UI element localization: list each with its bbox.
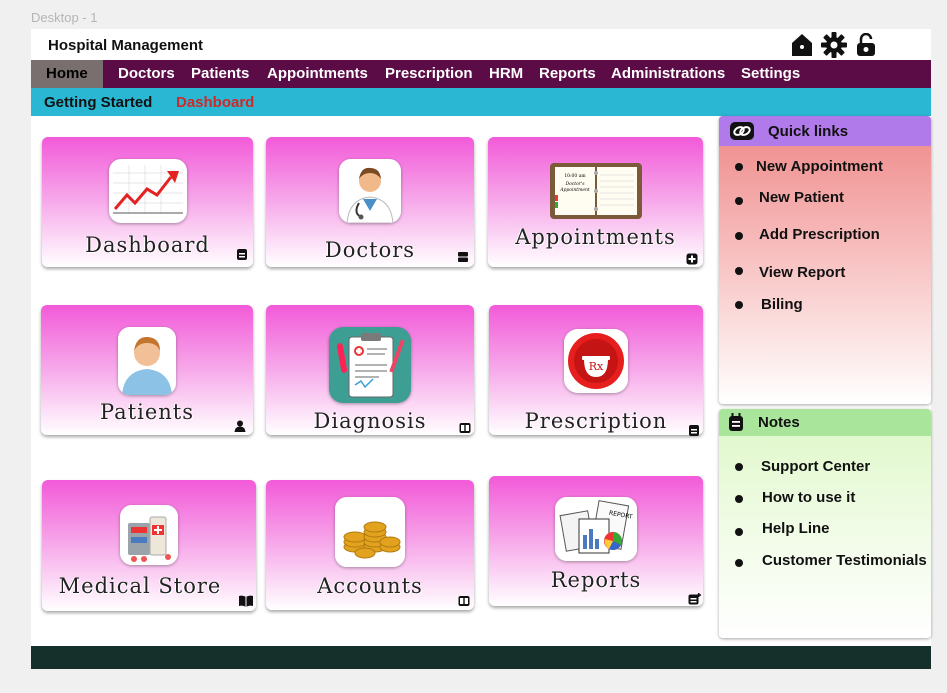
card-label: Appointments	[515, 225, 676, 249]
quick-links-header: Quick links	[719, 116, 931, 146]
menu-settings[interactable]: Settings	[741, 65, 800, 82]
bullet	[735, 267, 743, 275]
bullet	[735, 495, 743, 503]
bullet	[735, 197, 743, 205]
card-label: Reports	[550, 568, 642, 592]
card-appointments[interactable]: 10:00 am Doctor's Appointment Appointmen…	[488, 137, 703, 267]
notes-header: Notes	[719, 409, 931, 436]
note-support-center[interactable]: Support Center	[761, 458, 870, 475]
quick-link-new-patient[interactable]: New Patient	[759, 189, 844, 206]
quick-link-add-prescription[interactable]: Add Prescription	[759, 226, 880, 243]
doctor-icon	[339, 159, 401, 223]
menu-patients[interactable]: Patients	[191, 65, 249, 82]
quick-links-title: Quick links	[768, 123, 849, 140]
card-doctors[interactable]: Doctors	[266, 137, 474, 267]
clipboard-plus-icon	[688, 593, 701, 605]
clipboard-small-icon	[689, 425, 699, 436]
bullet	[735, 301, 743, 309]
clipboard-icon	[329, 327, 411, 403]
coins-icon	[335, 497, 405, 567]
card-patients[interactable]: Patients	[41, 305, 253, 435]
clipboard-small-icon	[237, 249, 247, 260]
card-reports[interactable]: REPORT Reports	[489, 476, 703, 606]
card-accounts[interactable]: Accounts	[266, 480, 474, 610]
card-label: Patients	[99, 400, 195, 424]
card-medical-store[interactable]: Medical Store	[42, 480, 256, 611]
menu-home[interactable]: Home	[31, 60, 103, 88]
main-menu: Home Doctors Patients Appointments Presc…	[31, 60, 931, 88]
bullet	[735, 559, 743, 567]
card-diagnosis[interactable]: Diagnosis	[266, 305, 474, 435]
footer-bar	[31, 646, 931, 669]
svg-text:Appointment: Appointment	[559, 187, 590, 193]
gear-icon[interactable]	[821, 32, 847, 58]
note-help-line[interactable]: Help Line	[762, 520, 830, 537]
menu-prescription[interactable]: Prescription	[385, 65, 473, 82]
quick-link-view-report[interactable]: View Report	[759, 264, 845, 281]
svg-text:10:00 am: 10:00 am	[564, 173, 586, 179]
svg-text:Doctor's: Doctor's	[564, 181, 585, 187]
menu-doctors[interactable]: Doctors	[118, 65, 175, 82]
submenu-dashboard[interactable]: Dashboard	[176, 94, 254, 111]
app-window: Hospital Management Home Doctors Patient…	[31, 29, 931, 669]
notepad-icon	[729, 413, 743, 431]
notes-title: Notes	[758, 414, 800, 431]
open-book-icon	[239, 595, 253, 607]
menu-hrm[interactable]: HRM	[489, 65, 523, 82]
title-bar: Hospital Management	[31, 29, 931, 60]
card-dashboard[interactable]: Dashboard	[42, 137, 253, 267]
bullet	[735, 463, 743, 471]
quick-link-biling[interactable]: Biling	[761, 296, 803, 313]
menu-appointments[interactable]: Appointments	[267, 65, 368, 82]
menu-reports[interactable]: Reports	[539, 65, 596, 82]
card-label: Prescription	[524, 409, 668, 433]
trend-chart-icon	[108, 159, 187, 223]
card-label: Accounts	[317, 574, 423, 598]
notes-panel: Notes Support Center How to use it Help …	[719, 409, 931, 638]
home-icon[interactable]	[791, 33, 813, 57]
plus-square-icon	[686, 253, 698, 265]
note-customer-testimonials[interactable]: Customer Testimonials	[762, 552, 927, 569]
top-icons	[791, 32, 877, 58]
book-small-icon	[458, 596, 470, 606]
note-how-to-use[interactable]: How to use it	[762, 489, 855, 506]
bullet	[735, 232, 743, 240]
card-label: Diagnosis	[313, 409, 427, 433]
menu-administrations[interactable]: Administrations	[611, 65, 725, 82]
bullet	[735, 163, 743, 171]
frame-label: Desktop - 1	[31, 10, 98, 25]
quick-links-panel: Quick links New Appointment New Patient …	[719, 116, 931, 404]
report-icon: REPORT	[555, 497, 637, 561]
card-label: Dashboard	[85, 233, 210, 257]
svg-text:Rx: Rx	[589, 360, 604, 373]
card-label: Medical Store	[58, 574, 222, 598]
user-small-icon	[234, 420, 246, 432]
patient-icon	[118, 327, 176, 395]
sub-menu: Getting Started Dashboard	[31, 88, 931, 116]
rx-icon: Rx	[564, 329, 628, 393]
submenu-getting-started[interactable]: Getting Started	[44, 94, 152, 111]
server-small-icon	[458, 252, 468, 262]
quick-link-new-appointment[interactable]: New Appointment	[756, 158, 883, 175]
card-prescription[interactable]: Rx Prescription	[489, 305, 703, 436]
app-title: Hospital Management	[48, 37, 204, 54]
unlock-icon[interactable]	[855, 33, 877, 57]
link-icon	[730, 122, 754, 140]
bullet	[735, 528, 743, 536]
book-small-icon	[459, 423, 471, 433]
appointment-book-icon: 10:00 am Doctor's Appointment	[546, 159, 646, 223]
card-label: Doctors	[324, 238, 416, 262]
medicine-icon	[120, 505, 178, 565]
